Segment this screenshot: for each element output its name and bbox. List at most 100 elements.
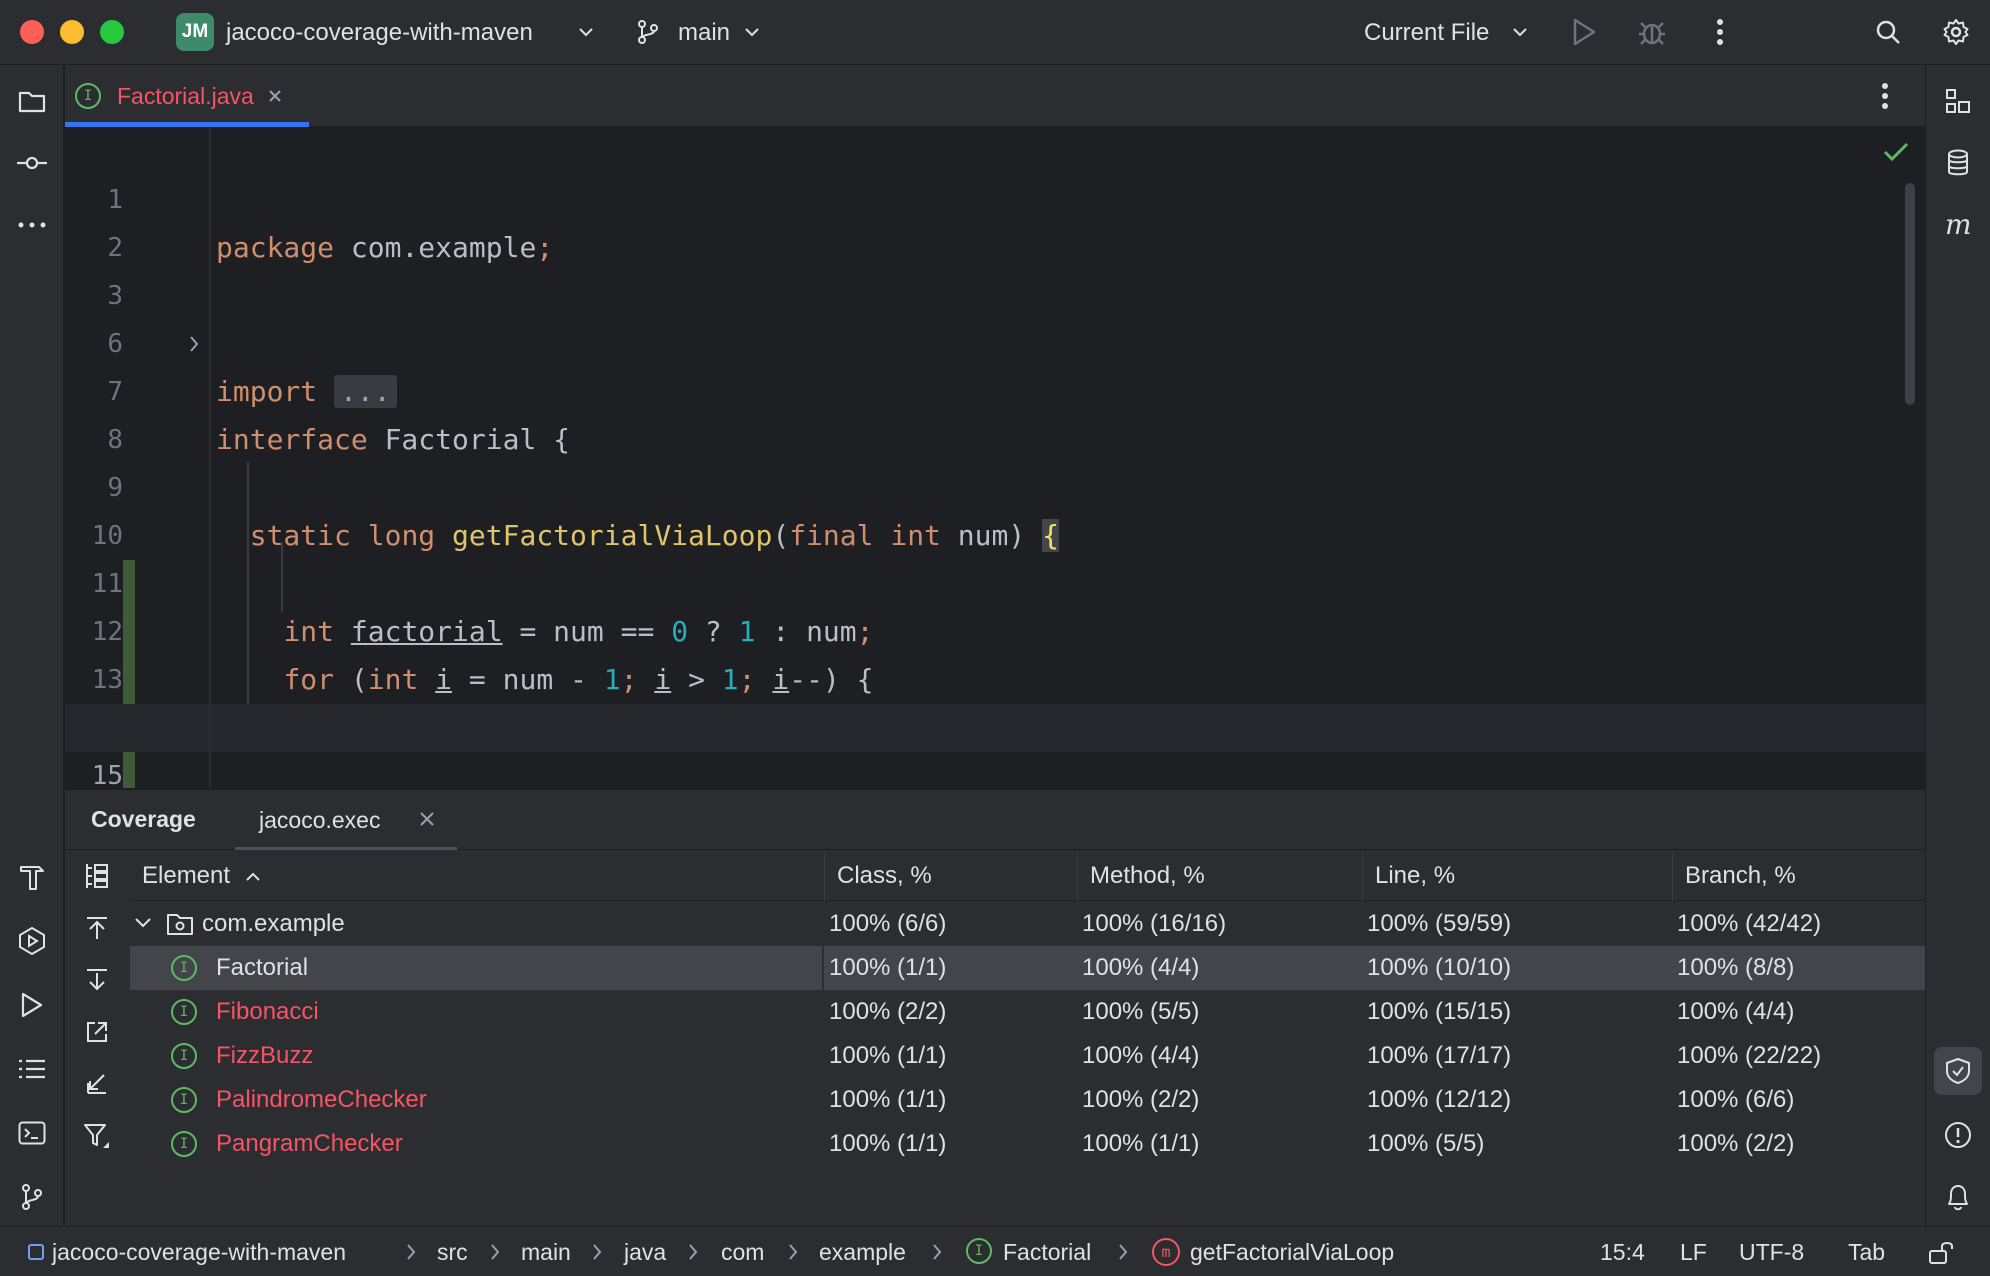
indent-setting[interactable]: Tab (1848, 1238, 1885, 1266)
close-tab-icon[interactable] (419, 803, 435, 835)
interface-i-icon: I (171, 1087, 197, 1113)
navigate-down-icon[interactable] (77, 960, 117, 1000)
interface-i-glyph: I (171, 999, 197, 1025)
commit-icon[interactable] (12, 143, 52, 183)
close-window-button[interactable] (20, 20, 44, 44)
breadcrumb-example[interactable]: example (819, 1238, 906, 1266)
problems-icon[interactable] (1938, 1115, 1978, 1155)
close-tab-icon[interactable] (268, 89, 282, 103)
code-line: 2 (65, 176, 1925, 263)
run-config-selector[interactable]: Current File (1364, 18, 1489, 48)
breadcrumb-main[interactable]: main (521, 1238, 571, 1266)
gutter-divider (209, 128, 211, 788)
code-line-current: 15 } (65, 704, 1925, 788)
minimize-window-button[interactable] (60, 20, 84, 44)
interface-i-glyph: I (966, 1238, 992, 1264)
project-folder-icon[interactable] (12, 81, 52, 121)
run-tool-icon[interactable] (12, 985, 52, 1025)
run-icon[interactable] (1566, 14, 1602, 50)
code-line: 12 factorial *= i; (65, 560, 1925, 744)
database-icon[interactable] (1938, 143, 1978, 183)
breadcrumb-method[interactable]: getFactorialViaLoop (1190, 1238, 1394, 1266)
branch-coverage: 100% (4/4) (1677, 998, 1795, 1025)
no-problems-check-icon[interactable] (1883, 142, 1909, 162)
table-row[interactable]: I PalindromeChecker 100% (1/1) 100% (2/2… (130, 1078, 1925, 1122)
table-row[interactable]: I Factorial 100% (1/1) 100% (4/4) 100% (… (130, 946, 1925, 990)
line-coverage: 100% (59/59) (1367, 910, 1512, 937)
breadcrumb-java[interactable]: java (624, 1238, 666, 1266)
tab-factorial-java[interactable]: I Factorial.java (65, 65, 309, 127)
code-line: 1 package com.example; (65, 128, 1925, 264)
column-header-element[interactable]: Element (130, 851, 824, 901)
build-hammer-icon[interactable] (12, 857, 52, 897)
chevron-down-icon[interactable] (134, 916, 152, 930)
breadcrumb-separator-icon (933, 1244, 942, 1260)
interface-i-icon: I (75, 83, 101, 109)
table-row[interactable]: I Fibonacci 100% (2/2) 100% (5/5) 100% (… (130, 990, 1925, 1034)
notifications-bell-icon[interactable] (1938, 1177, 1978, 1217)
breadcrumb-src[interactable]: src (437, 1238, 468, 1266)
project-badge[interactable]: JM (176, 13, 214, 51)
column-header-branch[interactable]: Branch, % (1672, 851, 1925, 901)
services-icon[interactable] (12, 921, 52, 961)
class-coverage: 100% (2/2) (829, 998, 947, 1025)
settings-gear-icon[interactable] (1938, 14, 1974, 50)
interface-i-icon: I (966, 1238, 992, 1264)
coverage-shield-icon[interactable] (1934, 1047, 1982, 1095)
table-row[interactable]: I FizzBuzz 100% (1/1) 100% (4/4) 100% (1… (130, 1034, 1925, 1078)
terminal-icon[interactable] (12, 1113, 52, 1153)
chevron-down-icon[interactable] (1502, 14, 1538, 50)
breadcrumb-class[interactable]: Factorial (1003, 1238, 1091, 1266)
navigate-up-icon[interactable] (77, 908, 117, 948)
export-icon[interactable] (77, 1012, 117, 1052)
column-header-class[interactable]: Class, % (824, 851, 1077, 901)
tab-label: Factorial.java (117, 82, 254, 109)
caret-position[interactable]: 15:4 (1600, 1238, 1645, 1266)
todo-list-icon[interactable] (12, 1049, 52, 1089)
sort-ascending-icon[interactable] (245, 871, 261, 883)
file-encoding[interactable]: UTF-8 (1739, 1238, 1804, 1266)
branch-name[interactable]: main (678, 18, 730, 48)
tab-label: jacoco.exec (259, 807, 381, 833)
method-coverage: 100% (16/16) (1082, 910, 1227, 937)
debug-icon[interactable] (1634, 14, 1670, 50)
more-vertical-icon[interactable] (1865, 76, 1905, 116)
column-header-line[interactable]: Line, % (1362, 851, 1672, 901)
chevron-down-icon[interactable] (734, 14, 770, 50)
unlock-icon[interactable] (1928, 1238, 1954, 1266)
method-coverage: 100% (5/5) (1082, 998, 1200, 1025)
line-separator[interactable]: LF (1680, 1238, 1707, 1266)
tab-jacoco-exec[interactable]: jacoco.exec (235, 790, 457, 850)
column-header-method[interactable]: Method, % (1077, 851, 1362, 901)
coverage-toolbar (65, 851, 129, 1227)
flatten-packages-icon[interactable] (77, 856, 117, 896)
more-tools-icon[interactable] (12, 205, 52, 245)
import-icon[interactable] (77, 1064, 117, 1104)
chevron-down-icon[interactable] (568, 14, 604, 50)
table-row-package[interactable]: com.example 100% (6/6) 100% (16/16) 100%… (130, 902, 1925, 946)
module-icon (28, 1244, 44, 1260)
maven-icon[interactable]: m (1938, 205, 1978, 245)
breadcrumb-project[interactable]: jacoco-coverage-with-maven (52, 1238, 346, 1266)
editor-scrollbar[interactable] (1905, 183, 1915, 405)
more-vertical-icon[interactable] (1702, 14, 1738, 50)
class-coverage: 100% (1/1) (829, 1086, 947, 1113)
code-editor[interactable]: 1 package com.example; 2 3 import ... 6 … (65, 128, 1925, 788)
search-icon[interactable] (1870, 14, 1906, 50)
code-line: 9 static long getFactorialViaLoop(final … (65, 416, 1925, 552)
line-coverage: 100% (15/15) (1367, 998, 1512, 1025)
code-line: 16 (65, 752, 1925, 788)
breadcrumb-separator-icon (407, 1244, 416, 1260)
git-icon[interactable] (12, 1177, 52, 1217)
table-row[interactable]: I PangramChecker 100% (1/1) 100% (1/1) 1… (130, 1122, 1925, 1166)
code-line: 3 import ... (65, 224, 1925, 408)
structure-icon[interactable] (1938, 81, 1978, 121)
breadcrumb-com[interactable]: com (721, 1238, 764, 1266)
maximize-window-button[interactable] (100, 20, 124, 44)
filter-icon[interactable] (77, 1116, 117, 1156)
project-name[interactable]: jacoco-coverage-with-maven (226, 18, 533, 48)
method-coverage: 100% (1/1) (1082, 1130, 1200, 1157)
interface-i-icon: I (171, 955, 197, 981)
branch-icon[interactable] (630, 14, 666, 50)
line-coverage: 100% (12/12) (1367, 1086, 1512, 1113)
